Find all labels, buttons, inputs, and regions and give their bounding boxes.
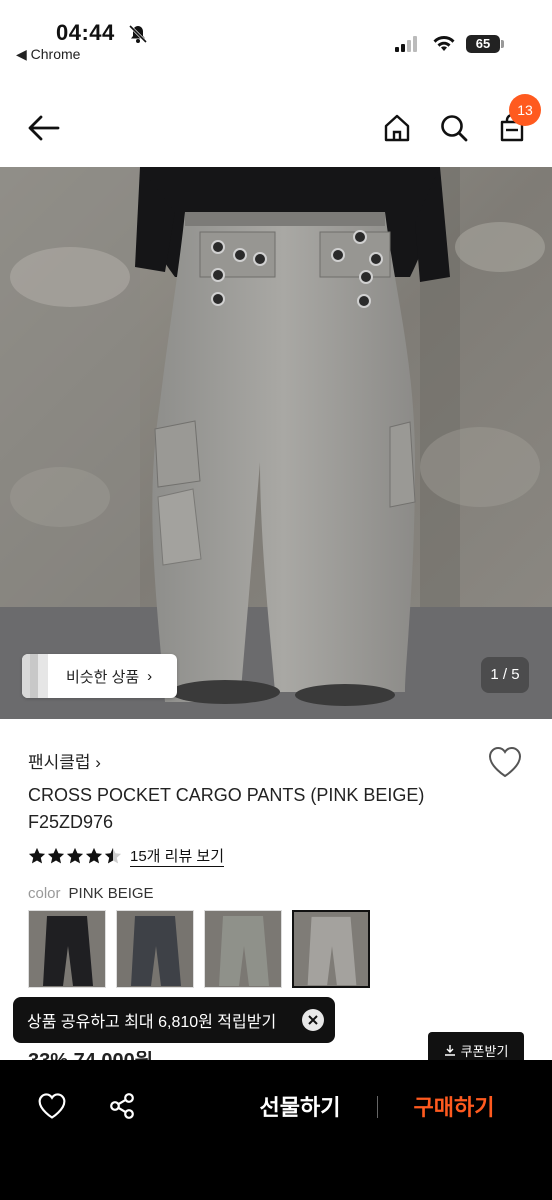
rating-row: 15개 리뷰 보기 — [28, 845, 225, 867]
color-label: color — [28, 885, 61, 902]
buy-button[interactable]: 구매하기 — [395, 1090, 513, 1126]
star-icon — [28, 847, 46, 864]
color-row: color PINK BEIGE — [28, 885, 154, 902]
image-page-counter: 1 / 5 — [481, 657, 529, 693]
signal-icon — [395, 36, 417, 52]
color-value: PINK BEIGE — [68, 885, 154, 902]
bell-muted-icon — [128, 24, 148, 44]
price-peek: 33% 74,000원 — [28, 1051, 153, 1060]
swatch-black[interactable] — [28, 910, 106, 988]
like-button[interactable] — [37, 1092, 67, 1125]
share-button[interactable] — [108, 1092, 136, 1125]
home-icon — [384, 114, 410, 142]
home-button[interactable] — [377, 108, 417, 148]
battery-indicator: 65 — [466, 35, 500, 53]
back-to-chrome-link[interactable]: ◀ Chrome — [16, 46, 80, 63]
toast-text: 상품 공유하고 최대 6,810원 적립받기 — [27, 1014, 277, 1031]
close-icon — [308, 1015, 318, 1025]
product-name: CROSS POCKET CARGO PANTS (PINK BEIGE) F2… — [28, 785, 425, 832]
swatch-charcoal[interactable] — [116, 910, 194, 988]
heart-icon — [38, 1093, 66, 1119]
download-icon — [444, 1045, 455, 1056]
heart-icon — [488, 746, 522, 778]
product-image-gallery[interactable]: 비슷한 상품 › 1 / 5 — [0, 167, 552, 719]
app-header — [0, 90, 552, 166]
search-button[interactable] — [434, 108, 474, 148]
share-reward-toast: 상품 공유하고 최대 6,810원 적립받기 — [13, 997, 335, 1043]
half-star-icon — [104, 847, 122, 864]
back-button[interactable] — [24, 108, 64, 148]
star-icon — [66, 847, 84, 864]
swatch-khaki[interactable] — [204, 910, 282, 988]
product-photo — [0, 167, 552, 719]
brand-link[interactable]: 팬시클럽 › — [28, 748, 101, 773]
star-icon — [47, 847, 65, 864]
chevron-right-icon: › — [147, 667, 153, 685]
arrow-left-icon — [28, 115, 60, 141]
star-rating — [28, 847, 122, 865]
color-swatches — [28, 910, 370, 988]
wishlist-button[interactable] — [487, 745, 523, 784]
bottom-action-bar: 선물하기 구매하기 — [0, 1060, 552, 1200]
similar-products-thumb — [22, 654, 48, 698]
wifi-icon — [433, 36, 455, 51]
toast-close-button[interactable] — [302, 1009, 324, 1031]
swatch-pink-beige[interactable] — [292, 910, 370, 988]
gift-button[interactable]: 선물하기 — [240, 1090, 360, 1126]
status-time: 04:44 — [56, 20, 115, 45]
coupon-label: 쿠폰받기 — [460, 1043, 509, 1059]
review-link[interactable]: 15개 리뷰 보기 — [130, 845, 225, 867]
cart-count-badge: 13 — [509, 94, 541, 126]
bar-divider — [377, 1096, 378, 1118]
similar-products-button[interactable]: 비슷한 상품 › — [22, 654, 177, 698]
status-bar: 04:44 ◀ Chrome 65 — [0, 0, 552, 70]
similar-products-label: 비슷한 상품 — [66, 668, 140, 686]
star-icon — [85, 847, 103, 864]
battery-tip — [501, 40, 504, 48]
share-icon — [110, 1093, 134, 1119]
search-icon — [441, 115, 468, 142]
